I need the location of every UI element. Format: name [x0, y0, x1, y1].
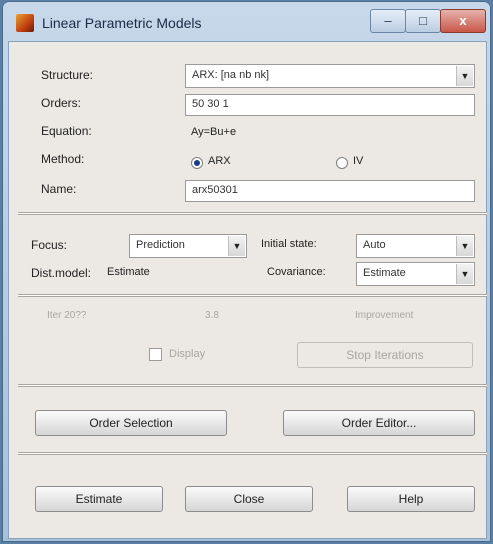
- initial-state-label: Initial state:: [261, 238, 317, 250]
- structure-label: Structure:: [41, 68, 94, 82]
- close-window-button[interactable]: x: [440, 9, 486, 33]
- name-input[interactable]: arx50301: [185, 180, 475, 202]
- improvement-label: Improvement: [355, 310, 414, 321]
- matlab-icon: [16, 14, 34, 32]
- display-label: Display: [169, 348, 206, 360]
- chevron-down-icon: ▼: [456, 264, 473, 284]
- focus-select[interactable]: Prediction ▼: [129, 234, 247, 258]
- focus-label: Focus:: [31, 238, 68, 252]
- dist-model-label: Dist.model:: [31, 266, 92, 280]
- orders-input[interactable]: 50 30 1: [185, 94, 475, 116]
- help-button[interactable]: Help: [347, 486, 475, 512]
- equation-label: Equation:: [41, 124, 92, 138]
- separator-2: [18, 294, 487, 296]
- separator-3: [18, 384, 487, 386]
- separator-4: [18, 452, 487, 454]
- method-iv-radio[interactable]: [336, 157, 348, 169]
- name-label: Name:: [41, 182, 77, 196]
- separator-1: [18, 212, 487, 214]
- method-arx-label: ARX: [208, 155, 231, 167]
- structure-select[interactable]: ARX: [na nb nk] ▼: [185, 64, 475, 88]
- fit-value: 3.8: [205, 310, 219, 321]
- covariance-select[interactable]: Estimate ▼: [356, 262, 475, 286]
- dialog-client-area: Structure: ARX: [na nb nk] ▼ Orders: 50 …: [8, 41, 487, 539]
- covariance-value: Estimate: [363, 267, 406, 279]
- stop-iterations-button[interactable]: Stop Iterations: [297, 342, 473, 368]
- initial-state-value: Auto: [363, 239, 386, 251]
- method-iv-label: IV: [353, 155, 364, 167]
- estimate-button[interactable]: Estimate: [35, 486, 163, 512]
- dialog-window: Linear Parametric Models – □ x Structure…: [2, 1, 491, 542]
- covariance-label: Covariance:: [267, 266, 326, 278]
- structure-value: ARX: [na nb nk]: [192, 69, 270, 81]
- display-checkbox[interactable]: [149, 348, 162, 361]
- order-editor-button[interactable]: Order Editor...: [283, 410, 475, 436]
- iteration-label: Iter 20??: [47, 310, 87, 321]
- method-arx-radio[interactable]: [191, 157, 203, 169]
- dist-model-value: Estimate: [107, 266, 150, 278]
- orders-label: Orders:: [41, 96, 82, 110]
- chevron-down-icon: ▼: [456, 66, 473, 86]
- chevron-down-icon: ▼: [456, 236, 473, 256]
- minimize-button[interactable]: –: [370, 9, 406, 33]
- focus-value: Prediction: [136, 239, 185, 251]
- close-button[interactable]: Close: [185, 486, 313, 512]
- order-selection-button[interactable]: Order Selection: [35, 410, 227, 436]
- title-bar[interactable]: Linear Parametric Models – □ x: [2, 1, 491, 41]
- chevron-down-icon: ▼: [228, 236, 245, 256]
- maximize-button[interactable]: □: [405, 9, 441, 33]
- equation-value: Ay=Bu+e: [191, 126, 237, 138]
- window-title: Linear Parametric Models: [42, 15, 202, 31]
- initial-state-select[interactable]: Auto ▼: [356, 234, 475, 258]
- method-label: Method:: [41, 152, 85, 166]
